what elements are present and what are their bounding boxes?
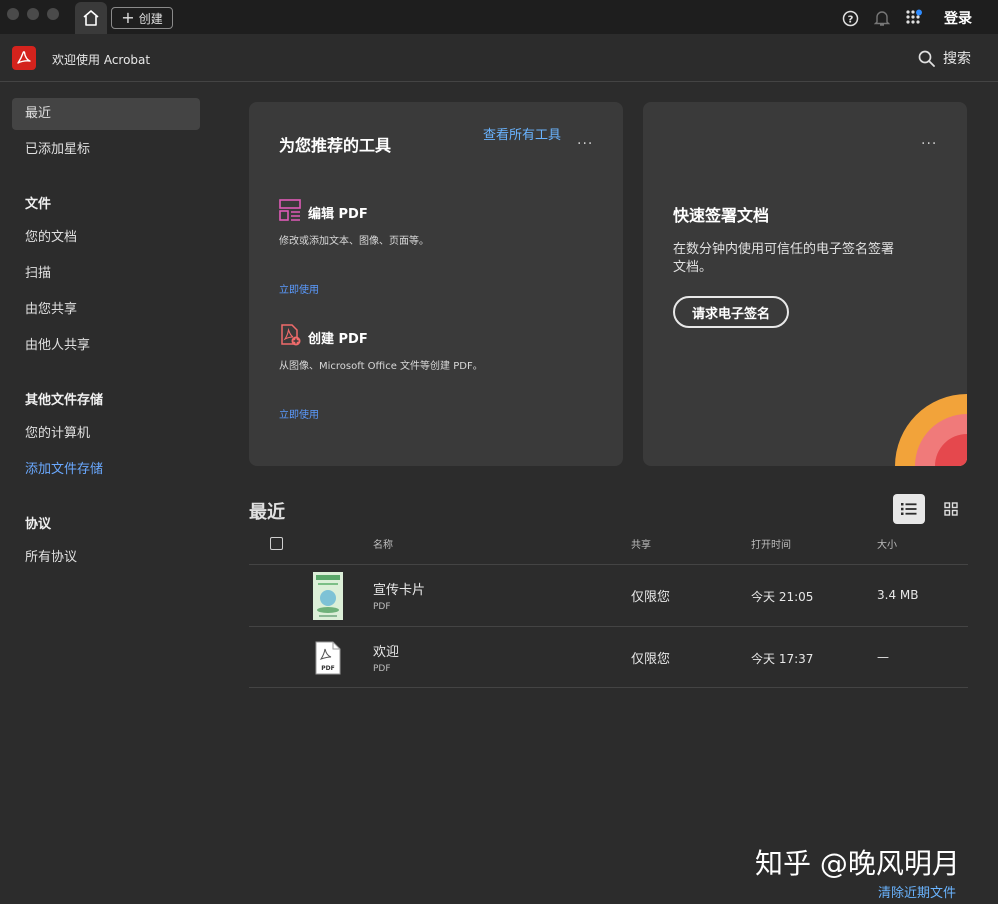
acrobat-logo xyxy=(12,46,36,70)
title-bar: + 创建 ? 登录 xyxy=(0,0,998,34)
zoom-window-button[interactable] xyxy=(47,8,59,20)
grid-view-icon xyxy=(944,502,958,516)
create-button[interactable]: + 创建 xyxy=(111,7,173,29)
minimize-window-button[interactable] xyxy=(27,8,39,20)
home-tab[interactable] xyxy=(75,2,107,34)
sidebar-item-add-storage[interactable]: 添加文件存储 xyxy=(12,454,200,486)
pdf-file-icon: PDF xyxy=(315,641,341,675)
login-button[interactable]: 登录 xyxy=(944,8,972,28)
search-label: 搜索 xyxy=(943,51,971,67)
sign-card-more-button[interactable]: ··· xyxy=(921,136,937,152)
file-thumbnail xyxy=(313,572,343,620)
table-row[interactable]: PDF 欢迎 PDF 仅限您 今天 17:37 — xyxy=(249,626,968,688)
help-icon[interactable]: ? xyxy=(841,9,859,27)
column-header-opened[interactable]: 打开时间 xyxy=(751,536,791,551)
sidebar-item-shared-by-you[interactable]: 由您共享 xyxy=(12,294,200,326)
file-name[interactable]: 欢迎 xyxy=(373,641,399,660)
sidebar-heading-files: 文件 xyxy=(25,197,52,212)
quick-sign-card: ··· 快速签署文档 在数分钟内使用可信任的电子签名签署文档。 请求电子签名 xyxy=(643,102,967,466)
grid-view-button[interactable] xyxy=(935,494,967,524)
search-icon xyxy=(918,50,935,67)
file-size: 3.4 MB xyxy=(877,588,919,602)
column-header-share[interactable]: 共享 xyxy=(631,536,651,551)
table-row[interactable]: 宣传卡片 PDF 仅限您 今天 21:05 3.4 MB xyxy=(249,564,968,626)
clear-recent-files-link[interactable]: 清除近期文件 xyxy=(878,882,956,901)
file-opened: 今天 17:37 xyxy=(751,652,814,666)
tools-card-title: 为您推荐的工具 xyxy=(279,136,392,155)
file-name[interactable]: 宣传卡片 xyxy=(373,579,425,598)
column-header-name[interactable]: 名称 xyxy=(373,536,393,551)
file-type: PDF xyxy=(373,664,391,674)
sidebar-item-all-agreements[interactable]: 所有协议 xyxy=(12,542,200,574)
file-share: 仅限您 xyxy=(631,590,671,605)
svg-text:PDF: PDF xyxy=(321,665,334,672)
app-header: 欢迎使用 Acrobat 搜索 xyxy=(0,34,998,82)
sidebar-item-scan[interactable]: 扫描 xyxy=(12,258,200,290)
recommended-tools-card: 为您推荐的工具 查看所有工具 ··· 编辑 PDF 修改或添加文本、图像、页面等… xyxy=(249,102,623,466)
plus-icon: + xyxy=(121,8,135,27)
edit-pdf-title[interactable]: 编辑 PDF xyxy=(308,203,368,222)
tools-card-more-button[interactable]: ··· xyxy=(577,136,593,152)
edit-pdf-icon xyxy=(279,199,301,221)
sidebar-heading-agreements: 协议 xyxy=(25,517,52,532)
list-view-icon xyxy=(901,503,917,515)
search-button[interactable]: 搜索 xyxy=(918,48,971,68)
sidebar-item-your-computer[interactable]: 您的计算机 xyxy=(12,418,200,450)
create-pdf-use-link[interactable]: 立即使用 xyxy=(279,406,319,421)
edit-pdf-desc: 修改或添加文本、图像、页面等。 xyxy=(279,236,429,247)
sidebar-heading-other-storage: 其他文件存储 xyxy=(25,393,104,408)
file-share: 仅限您 xyxy=(631,652,671,667)
watermark: 知乎 @晚风明月 xyxy=(755,847,960,880)
bell-icon[interactable] xyxy=(873,9,891,27)
file-opened: 今天 21:05 xyxy=(751,590,814,604)
recent-section-title: 最近 xyxy=(249,502,285,523)
apps-grid-icon[interactable] xyxy=(905,9,923,27)
sidebar-item-recent[interactable]: 最近 xyxy=(12,98,200,130)
create-pdf-title[interactable]: 创建 PDF xyxy=(308,328,368,347)
sidebar-item-shared-by-others[interactable]: 由他人共享 xyxy=(12,330,200,362)
sidebar-item-starred[interactable]: 已添加星标 xyxy=(12,134,200,166)
select-all-checkbox[interactable] xyxy=(270,537,283,550)
create-pdf-desc: 从图像、Microsoft Office 文件等创建 PDF。 xyxy=(279,361,483,372)
list-view-button[interactable] xyxy=(893,494,925,524)
svg-text:?: ? xyxy=(847,14,853,25)
sign-card-title: 快速签署文档 xyxy=(673,206,770,225)
column-header-size[interactable]: 大小 xyxy=(877,536,897,551)
decorative-arc-graphic xyxy=(895,394,967,466)
sidebar-item-your-docs[interactable]: 您的文档 xyxy=(12,222,200,254)
sidebar: 最近 已添加星标 文件 您的文档 扫描 由您共享 由他人共享 其他文件存储 您的… xyxy=(0,82,215,904)
close-window-button[interactable] xyxy=(7,8,19,20)
create-label: 创建 xyxy=(138,11,163,26)
app-title: 欢迎使用 Acrobat xyxy=(52,53,151,67)
home-icon xyxy=(83,10,99,26)
edit-pdf-use-link[interactable]: 立即使用 xyxy=(279,281,319,296)
file-size: — xyxy=(877,650,889,664)
sign-card-desc: 在数分钟内使用可信任的电子签名签署文档。 xyxy=(673,242,895,275)
file-type: PDF xyxy=(373,602,391,612)
create-pdf-icon xyxy=(281,324,301,346)
acrobat-logo-icon xyxy=(17,51,31,64)
see-all-tools-link[interactable]: 查看所有工具 xyxy=(483,124,561,143)
request-esign-button[interactable]: 请求电子签名 xyxy=(673,296,789,328)
